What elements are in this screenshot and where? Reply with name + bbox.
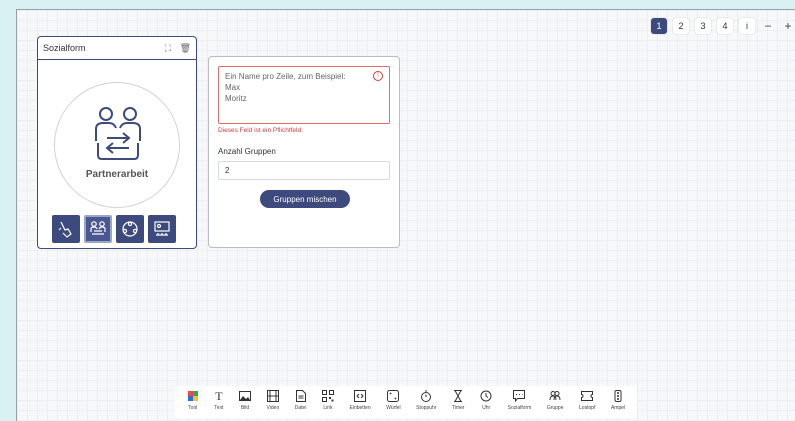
page-2-button[interactable]: 2 <box>673 18 689 34</box>
text-button[interactable]: T Text <box>214 388 223 412</box>
video-button[interactable]: Video <box>266 389 279 411</box>
page-4-button[interactable]: 4 <box>717 18 733 34</box>
clock-button[interactable]: Uhr <box>480 389 492 411</box>
mode-einzelarbeit-button[interactable] <box>52 215 80 243</box>
group-generator-widget[interactable]: Ein Name pro Zeile, zum Beispiel: Max Mo… <box>208 56 400 248</box>
group-button[interactable]: Gruppe <box>547 389 564 411</box>
mode-display: Partnerarbeit <box>54 82 180 208</box>
hand-point-icon <box>58 221 72 238</box>
dice-button[interactable]: Würfel <box>386 389 401 411</box>
mode-label: Partnerarbeit <box>85 169 149 180</box>
page-switcher: 1 2 3 4 i − + <box>651 18 795 34</box>
file-button[interactable]: Datei <box>295 389 306 411</box>
sozialform-button[interactable]: Sozialform <box>508 389 531 411</box>
hourglass-icon <box>453 389 463 403</box>
image-icon <box>239 389 251 403</box>
video-icon <box>266 389 279 403</box>
image-button[interactable]: Bild <box>239 389 251 411</box>
placeholder-line: Max <box>225 83 241 92</box>
validation-error: Dieses Feld ist ein Pflichtfeld. <box>218 127 303 134</box>
group-count-input[interactable]: 2 <box>218 161 390 180</box>
group-icon <box>549 389 561 403</box>
placeholder-line: Ein Name pro Zeile, zum Beispiel: <box>225 72 346 81</box>
names-textarea[interactable]: Ein Name pro Zeile, zum Beispiel: Max Mo… <box>218 66 390 124</box>
fullscreen-icon[interactable]: ⛶ <box>165 43 171 53</box>
embed-button[interactable]: Einbetten <box>350 389 371 411</box>
shuffle-groups-button[interactable]: Gruppen mischen <box>260 190 350 208</box>
qr-icon <box>321 389 334 403</box>
text-icon: T <box>215 388 223 403</box>
partnerarbeit-icon <box>95 107 141 160</box>
info-button[interactable]: i <box>739 18 755 34</box>
zoom-out-button[interactable]: − <box>761 19 775 33</box>
error-icon: ! <box>373 71 383 81</box>
tool-icon <box>187 389 199 403</box>
embed-icon <box>354 389 367 403</box>
stopwatch-button[interactable]: Stoppuhr <box>416 389 436 411</box>
sozialform-widget[interactable]: Sozialform ⛶ 🗑 Partnerarbeit <box>37 36 197 249</box>
file-icon <box>295 389 306 403</box>
mode-gruppenarbeit-button[interactable] <box>116 215 144 243</box>
ticket-icon <box>581 389 594 403</box>
placeholder-line: Moritz <box>225 94 247 103</box>
widget-title: Sozialform <box>43 43 86 53</box>
group-circle-icon <box>122 221 138 237</box>
tool-toolbar: Tool T Text Bild Video Datei Link Einbett… <box>175 386 637 418</box>
lostopf-button[interactable]: Lostopf <box>579 389 595 411</box>
widget-header[interactable]: Sozialform ⛶ 🗑 <box>38 37 196 60</box>
workspace-canvas[interactable]: 1 2 3 4 i − + Sozialform ⛶ 🗑 Partnerarbe… <box>16 9 795 421</box>
pair-icon <box>90 221 106 235</box>
dice-icon <box>387 389 400 403</box>
trash-icon[interactable]: 🗑 <box>180 43 191 53</box>
timer-button[interactable]: Timer <box>452 389 465 411</box>
ampel-button[interactable]: Ampel <box>611 389 625 411</box>
stopwatch-icon <box>420 389 432 403</box>
page-1-button[interactable]: 1 <box>651 18 667 34</box>
mode-partnerarbeit-button[interactable] <box>84 215 112 243</box>
page-3-button[interactable]: 3 <box>695 18 711 34</box>
clock-icon <box>480 389 492 403</box>
presentation-icon <box>154 221 170 236</box>
group-count-label: Anzahl Gruppen <box>218 147 276 156</box>
tool-button[interactable]: Tool <box>187 389 199 411</box>
mode-plenum-button[interactable] <box>148 215 176 243</box>
zoom-in-button[interactable]: + <box>781 19 795 33</box>
link-button[interactable]: Link <box>321 389 334 411</box>
chat-icon <box>513 389 526 403</box>
traffic-light-icon <box>613 389 623 403</box>
mode-selector <box>52 215 176 243</box>
